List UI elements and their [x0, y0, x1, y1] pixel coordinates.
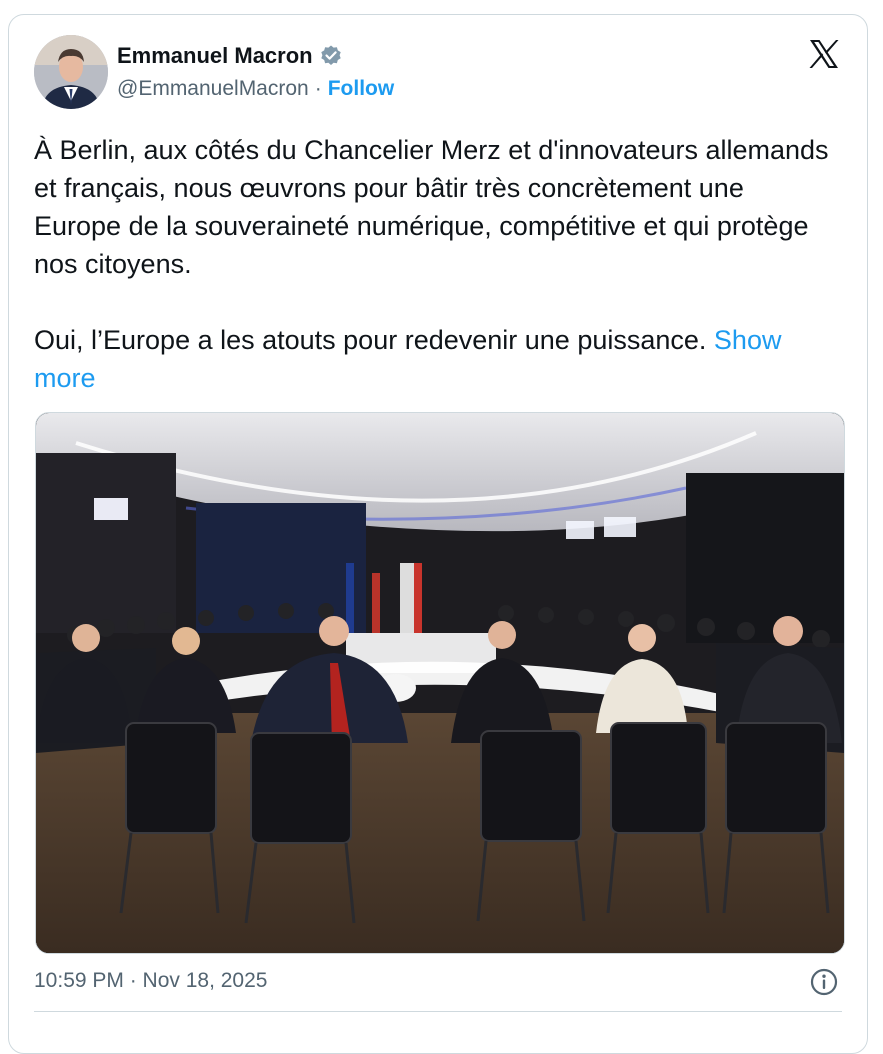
footer-divider [34, 1011, 842, 1012]
tweet-photo[interactable] [35, 412, 845, 954]
tweet-text: À Berlin, aux côtés du Chancelier Merz e… [34, 131, 834, 397]
verified-badge-icon [319, 44, 343, 68]
tweet-paragraph-2-text: Oui, l’Europe a les atouts pour redeveni… [34, 325, 707, 355]
follow-button[interactable]: Follow [328, 77, 395, 101]
tweet-paragraph-2: Oui, l’Europe a les atouts pour redeveni… [34, 321, 834, 397]
separator: · [314, 77, 322, 100]
tweet-card: Emmanuel Macron @EmmanuelMacron · Follow… [8, 14, 868, 1054]
avatar[interactable] [34, 35, 108, 109]
x-logo-icon[interactable] [807, 37, 841, 71]
display-name[interactable]: Emmanuel Macron [117, 43, 313, 69]
timestamp[interactable]: 10:59 PM · Nov 18, 2025 [34, 969, 267, 993]
tweet-paragraph-1: À Berlin, aux côtés du Chancelier Merz e… [34, 135, 829, 279]
author-name-row: Emmanuel Macron [117, 43, 343, 69]
handle[interactable]: @EmmanuelMacron [117, 77, 309, 101]
info-icon[interactable] [809, 967, 839, 997]
handle-row: @EmmanuelMacron · Follow [117, 77, 394, 101]
